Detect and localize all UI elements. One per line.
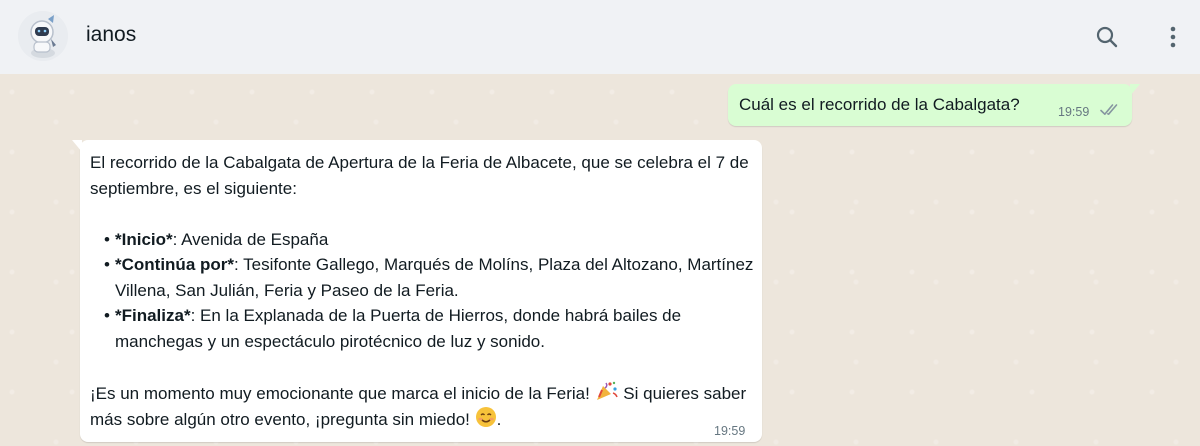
item-label: *Inicio* [115,229,173,249]
route-list: *Inicio*: Avenida de España *Continúa po… [90,227,756,355]
robot-astronaut-icon [18,11,68,61]
kebab-menu-icon [1170,26,1176,48]
message-closing: ¡Es un momento muy emocionante que marca… [90,380,756,433]
incoming-message[interactable]: El recorrido de la Cabalgata de Apertura… [72,140,762,442]
chat-area[interactable]: Cuál es el recorrido de la Cabalgata? 19… [0,74,1200,446]
search-icon [1096,26,1118,48]
party-popper-emoji-icon [596,381,618,400]
bubble-tail [1130,84,1140,96]
list-item: *Finaliza*: En la Explanada de la Puerta… [104,303,756,354]
closing-text: . [496,410,502,429]
message-body: El recorrido de la Cabalgata de Apertura… [90,150,756,433]
smiling-face-emoji-icon [475,407,496,427]
contact-name[interactable]: ianos [86,23,136,47]
contact-avatar[interactable] [18,11,68,61]
double-check-icon [1100,104,1118,115]
item-label: *Finaliza* [115,306,191,325]
search-button[interactable] [1090,21,1124,53]
item-label: *Continúa por* [115,255,234,274]
chat-header: ianos [0,0,1200,74]
outgoing-message[interactable]: Cuál es el recorrido de la Cabalgata? 19… [728,84,1140,126]
message-time: 19:59 [714,424,746,438]
closing-text: ¡Es un momento muy emocionante que marca… [90,383,595,403]
menu-button[interactable] [1158,21,1188,53]
list-item: *Inicio*: Avenida de España [104,227,756,253]
message-text: Cuál es el recorrido de la Cabalgata? [739,95,1020,114]
item-text: : En la Explanada de la Puerta de Hierro… [115,306,682,351]
item-text: : Avenida de España [172,229,329,249]
message-time: 19:59 [1058,105,1090,119]
bubble-tail [72,140,82,152]
message-intro: El recorrido de la Cabalgata de Apertura… [90,153,749,198]
list-item: *Continúa por*: Tesifonte Gallego, Marqu… [104,252,756,303]
